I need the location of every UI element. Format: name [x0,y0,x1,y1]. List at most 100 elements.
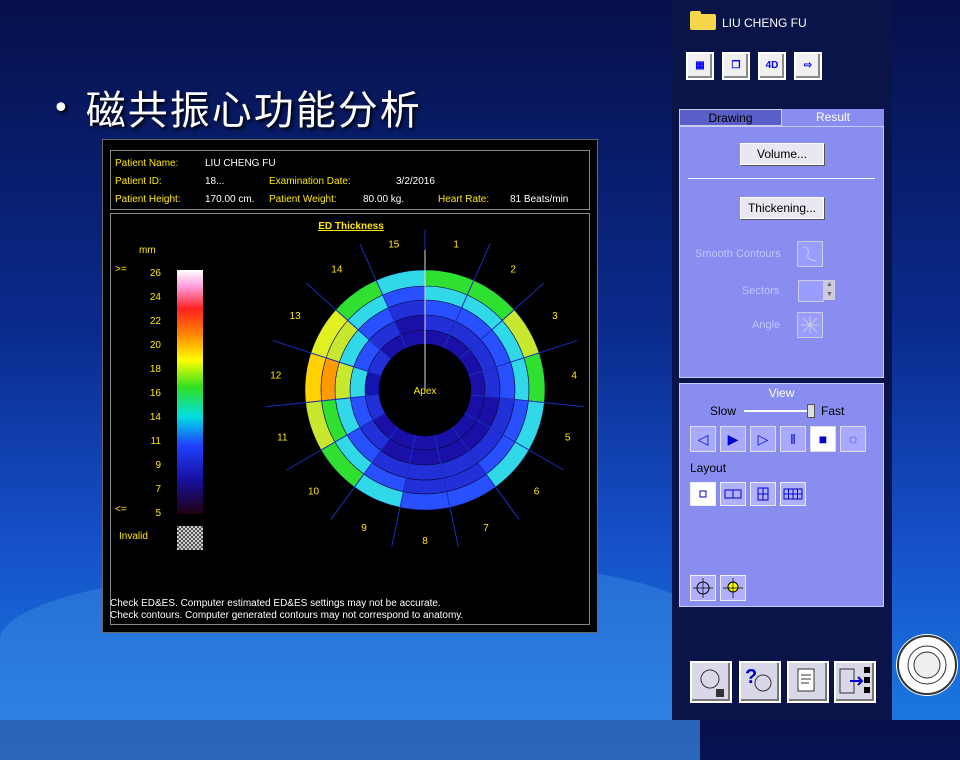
id-label: Patient ID: [115,176,162,187]
layout-quad-button[interactable] [750,482,776,506]
zoom-in-tool-button[interactable] [690,575,716,601]
warning-message-2: Check contours. Computer generated conto… [110,610,464,621]
panel-divider [688,178,875,179]
scale-tick-label: 26 [150,268,162,279]
folder-icon [690,11,716,30]
apex-label: Apex [414,386,437,397]
layout-single-button[interactable] [690,482,716,506]
exam-date-value: 3/2/2016 [396,176,435,187]
pause-button[interactable]: ‖ [780,426,806,452]
sector-label: 9 [361,523,367,534]
heart-rate-value: 81 Beats/min [510,194,569,205]
name-value: LIU CHENG FU [205,158,276,169]
scale-tick-label: 5 [155,508,161,519]
thickening-button[interactable]: Thickening... [740,197,824,219]
cardiac-viewer: Patient Name: LIU CHENG FU Patient ID: 1… [102,139,598,633]
4d-view-button[interactable]: 4D [758,52,786,80]
bullseye-segment [349,366,369,399]
sector-label: 3 [552,311,558,322]
bullseye-segment [409,448,441,466]
bullseye-segment [399,491,451,511]
bullseye-segment [403,477,447,495]
exit-button[interactable] [834,661,876,703]
sector-label: 1 [453,239,459,250]
tab-result[interactable]: Result [782,109,884,126]
slide-title-text: 磁共振心功能分析 [85,88,422,134]
scale-unit: mm [139,245,156,256]
id-value: 18... [205,176,225,187]
sector-label: 13 [290,311,302,322]
bullseye-svg: ED Thickness mm >= <= 262422201816141197… [115,221,585,550]
bullseye-segment [412,434,438,451]
scale-tick-label: 22 [150,316,162,327]
speed-slider-track[interactable] [744,410,814,412]
warning-message-1: Check ED&ES. Computer estimated ED&ES se… [110,598,441,609]
scale-le: <= [115,504,127,515]
scale-tick-label: 14 [150,412,162,423]
exam-date-label: Examination Date: [269,176,351,187]
light-tool-button[interactable] [720,575,746,601]
panel-tabs: Drawing Result [679,109,884,126]
panel-patient-name: LIU CHENG FU [722,16,807,30]
slide-title: • 磁共振心功能分析 [52,88,422,134]
tab-drawing[interactable]: Drawing [679,109,782,126]
university-logo [896,634,958,696]
layout-label: Layout [690,461,727,475]
scale-tick-label: 16 [150,388,162,399]
step-forward-button[interactable]: ▷ [750,426,776,452]
sectors-spinner[interactable]: ▲ ▼ [824,280,835,300]
slow-label: Slow [710,404,737,418]
loop-button[interactable]: ◌ [840,426,866,452]
sector-label: 5 [565,432,571,443]
speed-slider-handle[interactable] [807,404,815,418]
angle-icon[interactable] [797,312,823,338]
sectors-label: Sectors [742,285,780,297]
layout-double-button[interactable] [720,482,746,506]
scale-tick-label: 7 [155,484,161,495]
sector-label: 14 [331,265,343,276]
sector-label: 15 [388,239,400,250]
sector-label: 7 [483,523,489,534]
scale-tick-label: 24 [150,292,162,303]
thickness-plot: ED Thickness mm >= <= 26 24 22 20 18 16 14 11 9 7… [110,213,590,625]
sector-label: 2 [510,265,516,276]
invalid-swatch [177,526,203,550]
bullseye-segment [481,366,501,399]
height-value: 170.00 cm. [205,194,255,205]
head-save-button[interactable] [690,661,732,703]
sector-label: 8 [422,536,428,547]
heart-rate-label: Heart Rate: [438,194,490,205]
fast-label: Fast [821,404,845,418]
sector-label: 12 [270,370,282,381]
weight-value: 80.00 kg. [363,194,405,205]
patient-info: Patient Name: LIU CHENG FU Patient ID: 1… [110,150,590,210]
bullseye-segment [405,463,445,481]
help-button[interactable]: ? [739,661,781,703]
sector-label: 4 [571,370,577,381]
view-title: View [768,386,795,400]
time-view-button[interactable]: ⇨ [794,52,822,80]
panel-patient: LIU CHENG FU [690,11,807,30]
grid-view-button[interactable]: ▦ [686,52,714,80]
copy-view-button[interactable]: ❐ [722,52,750,80]
sector-label: 6 [534,486,540,497]
sector-label: 11 [277,432,288,443]
play-button[interactable]: ▶ [720,426,746,452]
sectors-input[interactable] [798,280,824,302]
smooth-contours-icon[interactable] [797,241,823,267]
volume-button[interactable]: Volume... [740,143,824,165]
report-button[interactable] [787,661,829,703]
invalid-label: Invalid [119,531,148,542]
angle-label: Angle [752,319,781,331]
name-label: Patient Name: [115,158,179,169]
smooth-contours-label: Smooth Contours [695,248,781,260]
stop-button[interactable]: ■ [810,426,836,452]
sector-label: 10 [308,486,320,497]
result-panel: Volume... Thickening... Smooth Contours … [679,126,884,378]
view-panel: View Slow Fast ◁ ▶ ▷ ‖ ■ ◌ Layout [679,383,884,607]
step-back-button[interactable]: ◁ [690,426,716,452]
layout-grid-button[interactable] [780,482,806,506]
scale-tick-label: 9 [155,460,161,471]
color-scale-bar [177,270,203,514]
scale-ge: >= [115,264,127,275]
